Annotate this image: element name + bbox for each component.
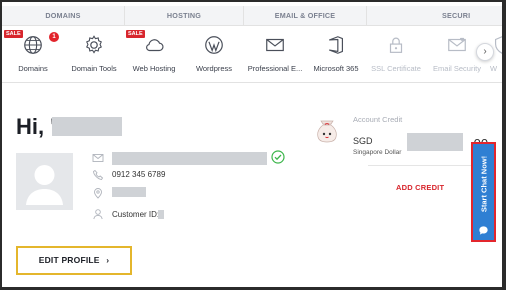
phone-number: 0912 345 6789 bbox=[112, 170, 166, 179]
tile-label: Wordpress bbox=[195, 64, 233, 73]
category-bar: DOMAINS HOSTING EMAIL & OFFICE SECURI bbox=[2, 6, 502, 26]
credit-divider bbox=[368, 165, 488, 166]
tile-domains[interactable]: SALE 1 Domains bbox=[2, 26, 64, 83]
carousel-next-button[interactable]: › bbox=[476, 43, 494, 61]
email-icon bbox=[92, 154, 104, 162]
verified-check-icon bbox=[271, 150, 285, 164]
account-dashboard: DOMAINS HOSTING EMAIL & OFFICE SECURI SA… bbox=[2, 2, 502, 287]
tile-label: Email Security bbox=[433, 64, 481, 73]
category-email-office[interactable]: EMAIL & OFFICE bbox=[244, 6, 366, 26]
account-credit-title: Account Credit bbox=[353, 115, 403, 124]
tile-professional-email[interactable]: Professional E... bbox=[244, 26, 306, 83]
sale-badge: SALE bbox=[126, 30, 145, 38]
redacted-customer-id bbox=[158, 210, 164, 219]
start-chat-label: Start Chat Now! bbox=[479, 155, 488, 213]
phone-icon bbox=[93, 169, 104, 180]
redacted-address bbox=[112, 187, 146, 197]
tile-web-hosting[interactable]: SALE Web Hosting bbox=[124, 26, 184, 83]
tile-label: Microsoft 365 bbox=[313, 64, 359, 73]
user-icon bbox=[93, 209, 103, 220]
chevron-right-icon: › bbox=[106, 255, 110, 265]
edit-profile-label: EDIT PROFILE bbox=[38, 255, 100, 265]
tile-label: SSL Certificate bbox=[371, 64, 421, 73]
mail-heart-icon bbox=[448, 37, 466, 52]
tile-microsoft-365[interactable]: Microsoft 365 bbox=[306, 26, 366, 83]
sale-badge: SALE bbox=[4, 30, 23, 38]
product-tiles: SALE 1 Domains Domain Tools SALE Web Hos… bbox=[2, 26, 502, 83]
user-silhouette-icon bbox=[26, 165, 63, 205]
notification-badge: 1 bbox=[49, 32, 59, 42]
redacted-credit-amount bbox=[407, 133, 463, 151]
tile-wordpress[interactable]: Wordpress bbox=[184, 26, 244, 83]
category-security[interactable]: SECURI bbox=[442, 6, 502, 26]
chat-bubble-icon bbox=[479, 226, 488, 235]
money-bag-icon bbox=[317, 120, 337, 143]
cloud-icon bbox=[146, 39, 164, 52]
wordpress-icon bbox=[205, 36, 223, 54]
avatar bbox=[16, 153, 73, 210]
tile-label: Professional E... bbox=[247, 64, 303, 73]
customer-id-label: Customer ID: bbox=[112, 210, 160, 219]
greeting-heading: Hi, ' bbox=[16, 114, 56, 139]
tile-domain-tools[interactable]: Domain Tools bbox=[64, 26, 124, 83]
tile-label: W bbox=[490, 64, 498, 73]
redacted-email bbox=[112, 152, 267, 165]
start-chat-tab[interactable]: Start Chat Now! bbox=[471, 142, 496, 242]
currency-name: Singapore Dollar bbox=[353, 149, 402, 156]
currency-code: SGD bbox=[353, 136, 373, 146]
tile-label: Web Hosting bbox=[132, 64, 176, 73]
tile-label: Domains bbox=[18, 64, 48, 73]
location-pin-icon bbox=[94, 188, 102, 199]
tile-ssl-certificate[interactable]: SSL Certificate bbox=[366, 26, 426, 83]
add-credit-link[interactable]: ADD CREDIT bbox=[396, 183, 444, 192]
office-icon bbox=[328, 36, 344, 54]
lock-icon bbox=[389, 37, 403, 53]
category-domains[interactable]: DOMAINS bbox=[2, 6, 124, 26]
category-hosting[interactable]: HOSTING bbox=[125, 6, 243, 26]
redacted-name bbox=[52, 117, 122, 136]
edit-profile-button[interactable]: EDIT PROFILE › bbox=[16, 246, 132, 275]
gear-icon bbox=[86, 35, 102, 54]
envelope-icon bbox=[266, 38, 284, 52]
tile-label: Domain Tools bbox=[71, 64, 117, 73]
globe-icon bbox=[24, 36, 42, 54]
